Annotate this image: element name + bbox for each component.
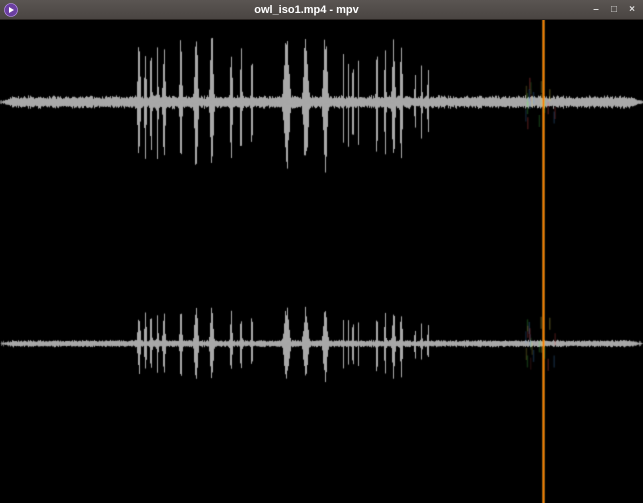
titlebar[interactable]: owl_iso1.mp4 - mpv – □ × bbox=[0, 0, 643, 20]
maximize-button[interactable]: □ bbox=[607, 3, 621, 17]
close-button[interactable]: × bbox=[625, 3, 639, 17]
app-window: owl_iso1.mp4 - mpv – □ × bbox=[0, 0, 643, 503]
window-controls: – □ × bbox=[589, 3, 639, 17]
waveform-canvas bbox=[0, 20, 643, 503]
mpv-play-icon bbox=[4, 3, 18, 17]
minimize-button[interactable]: – bbox=[589, 3, 603, 17]
waveform-view[interactable] bbox=[0, 20, 643, 503]
window-title: owl_iso1.mp4 - mpv bbox=[24, 4, 589, 16]
